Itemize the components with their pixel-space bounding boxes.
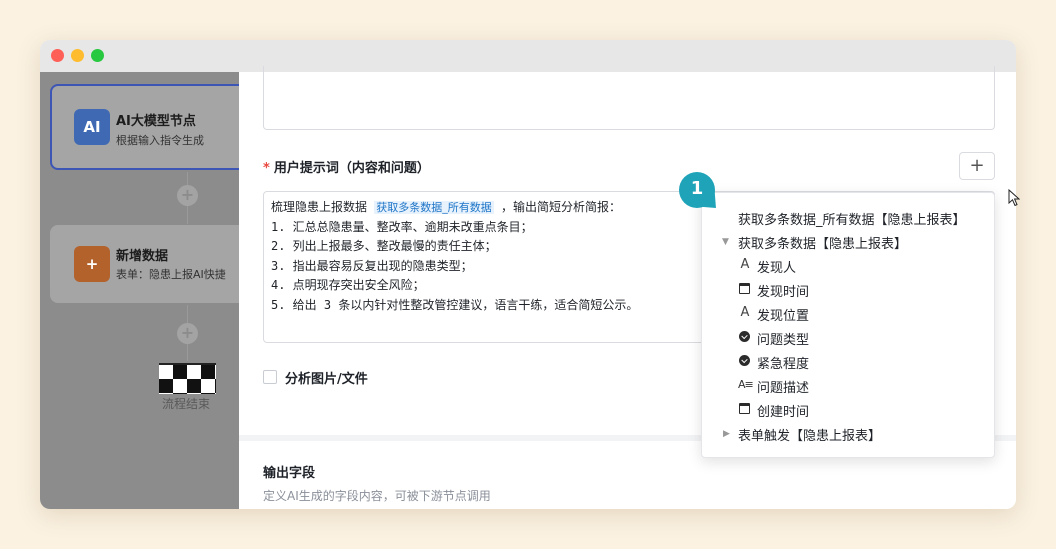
prompt-prefix: 梳理隐患上报数据 — [271, 200, 375, 214]
user-prompt-label-text: 用户提示词（内容和问题） — [273, 161, 430, 176]
multiline-text-icon: A≡ — [738, 378, 754, 391]
ai-node-title: AI大模型节点 — [116, 114, 196, 129]
insert-variable-button[interactable]: + — [959, 152, 995, 180]
prompt-variable-chip[interactable]: 获取多条数据_所有数据 — [374, 201, 494, 214]
system-prompt-textarea[interactable] — [263, 66, 995, 130]
step-callout-badge: 1 — [679, 172, 715, 208]
add-doc-icon: + — [74, 246, 110, 282]
maximize-window-button[interactable] — [91, 49, 104, 62]
variable-field[interactable]: 发现人 — [757, 257, 796, 276]
variable-field[interactable]: 问题类型 — [757, 329, 809, 348]
required-mark: * — [263, 161, 270, 176]
variable-group-expanded[interactable]: 获取多条数据【隐患上报表】 — [738, 233, 907, 252]
prompt-suffix: ，输出简短分析简报： — [493, 200, 621, 214]
finish-flag-icon — [159, 363, 216, 394]
text-icon: A — [740, 305, 750, 320]
workflow-canvas[interactable]: AI AI大模型节点 根据输入指令生成 + + 新增数据 表单：隐患上报AI快捷… — [40, 72, 239, 509]
add-step-button[interactable]: + — [177, 185, 198, 206]
flow-end-label: 流程结束 — [162, 397, 211, 411]
caret-right-icon[interactable]: ▶ — [723, 429, 730, 439]
output-fields-description: 定义AI生成的字段内容，可被下游节点调用 — [263, 489, 491, 503]
variable-option-all-data[interactable]: 获取多条数据_所有数据【隐患上报表】 — [738, 209, 966, 228]
ai-icon: AI — [74, 109, 110, 145]
calendar-icon — [739, 283, 750, 294]
mouse-cursor-icon — [1008, 189, 1020, 207]
variable-field[interactable]: 问题描述 — [757, 377, 809, 396]
caret-down-icon[interactable]: ▼ — [722, 237, 729, 247]
output-fields-title: 输出字段 — [263, 466, 316, 481]
add-node-title: 新增数据 — [116, 249, 169, 264]
add-data-node[interactable]: + 新增数据 表单：隐患上报AI快捷 — [50, 225, 239, 303]
analyze-files-label: 分析图片/文件 — [285, 372, 368, 387]
analyze-files-checkbox[interactable] — [263, 370, 277, 384]
variable-field[interactable]: 创建时间 — [757, 401, 809, 420]
add-step-button[interactable]: + — [177, 323, 198, 344]
text-icon: A — [740, 257, 750, 272]
variable-field[interactable]: 紧急程度 — [757, 353, 809, 372]
calendar-icon — [739, 403, 750, 414]
ai-model-node[interactable]: AI AI大模型节点 根据输入指令生成 — [50, 84, 239, 170]
ai-node-subtitle: 根据输入指令生成 — [116, 134, 204, 147]
select-icon — [739, 355, 750, 366]
variable-field[interactable]: 发现时间 — [757, 281, 809, 300]
variable-group-collapsed[interactable]: 表单触发【隐患上报表】 — [738, 425, 881, 444]
select-icon — [739, 331, 750, 342]
user-prompt-label: * 用户提示词（内容和问题） — [263, 157, 430, 176]
variable-field[interactable]: 发现位置 — [757, 305, 809, 324]
add-node-subtitle: 表单：隐患上报AI快捷 — [116, 268, 226, 281]
close-window-button[interactable] — [51, 49, 64, 62]
minimize-window-button[interactable] — [71, 49, 84, 62]
variable-picker-dropdown: 获取多条数据_所有数据【隐患上报表】 ▼ 获取多条数据【隐患上报表】 A 发现人… — [701, 192, 995, 458]
